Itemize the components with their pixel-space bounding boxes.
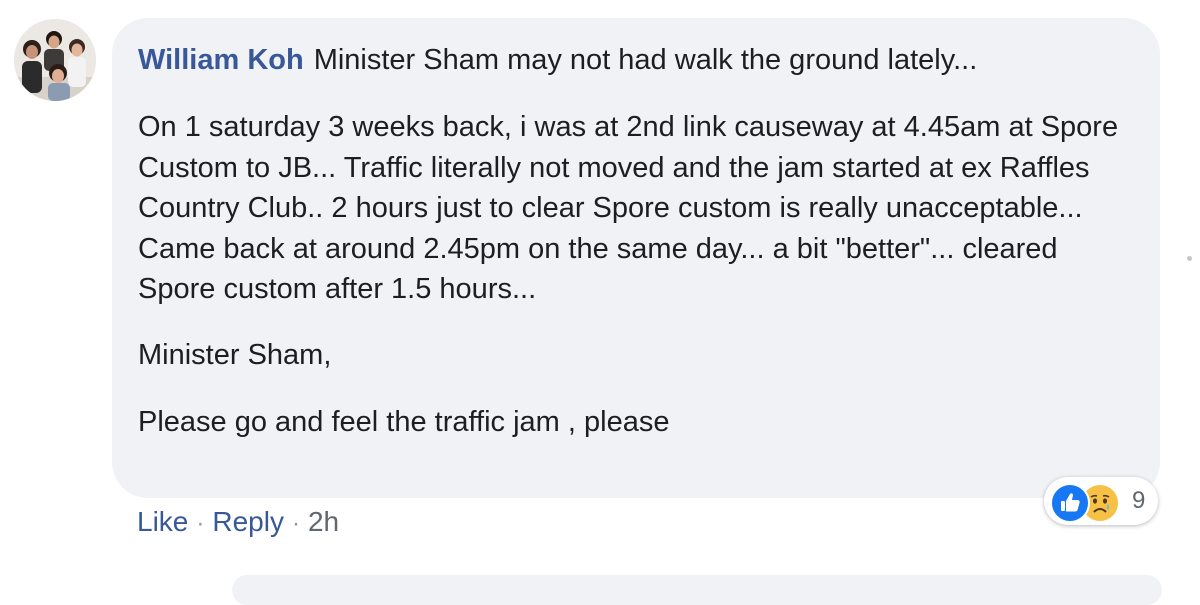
comment-bubble: William Koh Minister Sham may not had wal… <box>112 18 1160 498</box>
reply-link[interactable]: Reply <box>212 506 284 537</box>
next-comment-bubble <box>232 575 1162 605</box>
comment-paragraph: Please go and feel the traffic jam , ple… <box>138 406 670 438</box>
comment-paragraph: Minister Sham, <box>138 338 332 371</box>
separator: · <box>196 510 205 537</box>
avatar[interactable] <box>14 19 96 101</box>
comment-actions: Like · Reply · 2h <box>137 503 339 543</box>
comment-timestamp[interactable]: 2h <box>308 506 339 537</box>
comment-first-line: William Koh Minister Sham may not had wal… <box>138 40 1134 80</box>
like-link[interactable]: Like <box>137 506 188 537</box>
reaction-count: 9 <box>1132 487 1146 514</box>
comment-opening-text: Minister Sham may not had walk the groun… <box>313 44 978 76</box>
like-icon <box>1050 483 1090 523</box>
separator: · <box>291 510 300 537</box>
comment-paragraph: On 1 saturday 3 weeks back, i was at 2nd… <box>138 111 1119 305</box>
avatar-photo <box>14 19 96 101</box>
scroll-indicator-dot <box>1187 256 1192 261</box>
reactions-badge[interactable]: 9 <box>1044 477 1158 525</box>
author-name[interactable]: William Koh <box>138 44 304 76</box>
comment: William Koh Minister Sham may not had wal… <box>0 0 1200 605</box>
